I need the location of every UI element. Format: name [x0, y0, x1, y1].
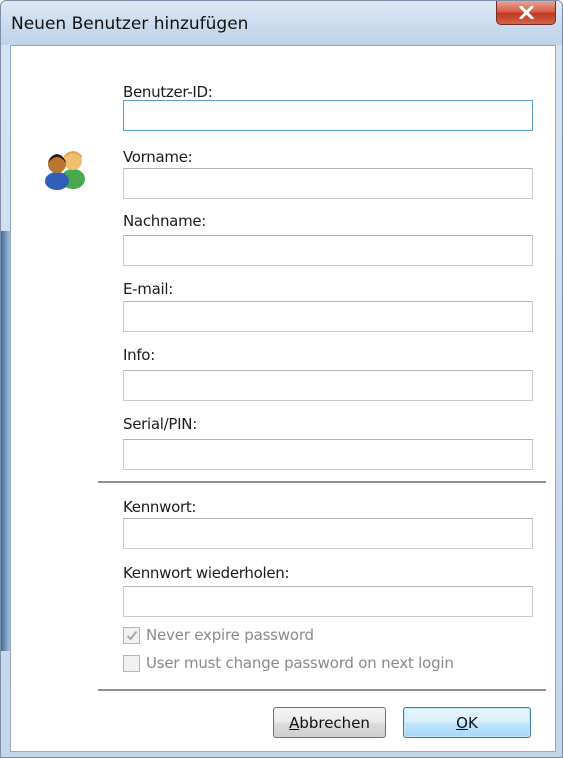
never-expire-password-checkbox[interactable]: [123, 626, 140, 644]
info-field[interactable]: [123, 370, 533, 401]
vorname-field[interactable]: [123, 168, 533, 199]
email-field[interactable]: [123, 301, 533, 332]
must-change-password-option[interactable]: User must change password on next login: [123, 654, 454, 672]
must-change-password-label: User must change password on next login: [146, 654, 454, 672]
kennwort-wiederholen-field[interactable]: [123, 586, 533, 617]
label-email: E-mail:: [123, 280, 173, 298]
ok-button[interactable]: OK: [403, 707, 531, 738]
dialog-window: Neuen Benutzer hinzufügen Benutzer-ID: V…: [0, 0, 563, 758]
cancel-button[interactable]: Abbrechen: [273, 707, 386, 738]
cancel-button-label: Abbrechen: [289, 713, 370, 732]
separator-top: [98, 481, 546, 483]
label-kennwort: Kennwort:: [123, 498, 197, 516]
never-expire-password-option[interactable]: Never expire password: [123, 626, 314, 644]
must-change-password-checkbox[interactable]: [123, 654, 140, 672]
kennwort-field[interactable]: [123, 518, 533, 549]
never-expire-password-label: Never expire password: [146, 626, 314, 644]
label-nachname: Nachname:: [123, 212, 207, 230]
benutzer-id-field[interactable]: [123, 100, 533, 131]
label-serial-pin: Serial/PIN:: [123, 415, 197, 433]
separator-bottom: [98, 689, 546, 691]
close-button[interactable]: [496, 1, 556, 25]
checkmark-icon: [126, 630, 137, 640]
users-icon: [45, 151, 85, 190]
close-icon: [519, 6, 534, 19]
ok-button-label: OK: [456, 713, 478, 732]
serial-pin-field[interactable]: [123, 439, 533, 470]
label-info: Info:: [123, 346, 155, 364]
title-bar[interactable]: Neuen Benutzer hinzufügen: [1, 1, 562, 45]
dialog-client-area: Benutzer-ID: Vorname: Nachname: E-mail: …: [10, 45, 556, 752]
label-benutzer-id: Benutzer-ID:: [123, 83, 213, 101]
label-vorname: Vorname:: [123, 148, 193, 166]
nachname-field[interactable]: [123, 235, 533, 266]
label-kennwort-wiederholen: Kennwort wiederholen:: [123, 564, 290, 582]
window-title: Neuen Benutzer hinzufügen: [11, 14, 249, 34]
window-frame-accent: [1, 231, 10, 651]
